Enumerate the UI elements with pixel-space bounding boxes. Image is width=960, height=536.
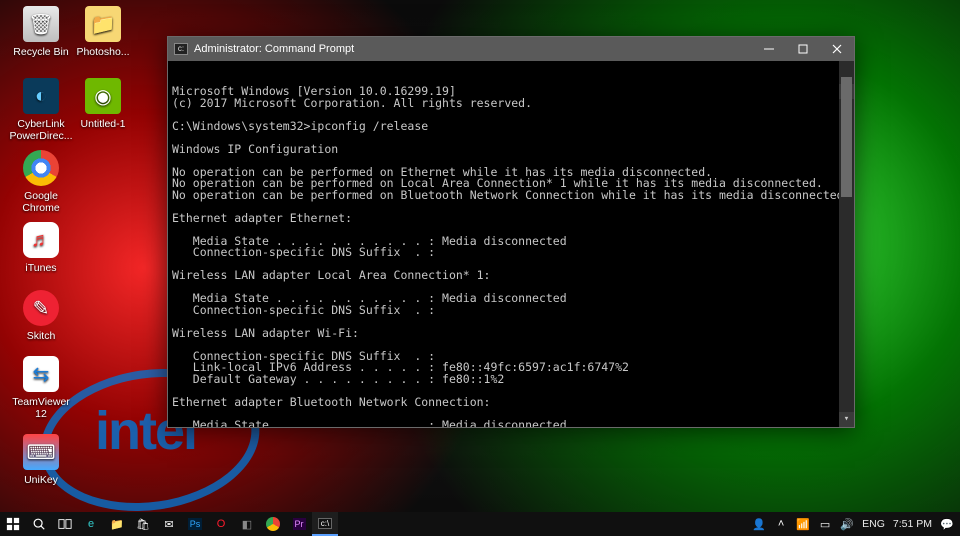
folder-icon: 📁: [85, 6, 121, 42]
taskbar[interactable]: e 📁 🛍 ✉ Ps O ◧ Pr c:\ 👤 ˄ 📶 ▭ 🔊 ENG 7:51…: [0, 512, 960, 536]
chrome-icon: [23, 150, 59, 186]
desktop-icon-label: iTunes: [6, 262, 76, 274]
tray-clock[interactable]: 7:51 PM: [893, 518, 932, 530]
close-button[interactable]: [820, 37, 854, 61]
desktop-icon-label: CyberLink PowerDirec...: [6, 118, 76, 142]
system-tray[interactable]: 👤 ˄ 📶 ▭ 🔊 ENG 7:51 PM 💬: [752, 517, 960, 531]
minimize-button[interactable]: [752, 37, 786, 61]
desktop-icon-label: Recycle Bin: [6, 46, 76, 58]
tray-volume-icon[interactable]: 🔊: [840, 517, 854, 531]
taskbar-cmd[interactable]: c:\: [312, 512, 338, 536]
desktop-icon-label: Untitled-1: [68, 118, 138, 130]
terminal-output[interactable]: Microsoft Windows [Version 10.0.16299.19…: [168, 61, 854, 427]
app-icon: ◧: [242, 518, 252, 531]
cyberlink-icon: ◐: [23, 78, 59, 114]
window-titlebar[interactable]: c: Administrator: Command Prompt: [168, 37, 854, 61]
windows-icon: [6, 517, 20, 531]
pr-icon: Pr: [293, 518, 306, 530]
nvidia-icon: ◉: [85, 78, 121, 114]
taskbar-premiere[interactable]: Pr: [286, 512, 312, 536]
taskbar-explorer[interactable]: 📁: [104, 512, 130, 536]
recycle-bin-icon: 🗑: [23, 6, 59, 42]
desktop-icon-recycle-bin[interactable]: 🗑 Recycle Bin: [6, 6, 76, 58]
task-view-button[interactable]: [52, 512, 78, 536]
close-icon: [832, 44, 842, 54]
itunes-icon: ♬: [23, 222, 59, 258]
tray-battery-icon[interactable]: ▭: [818, 517, 832, 531]
tray-network-icon[interactable]: 📶: [796, 517, 810, 531]
task-view-icon: [58, 517, 72, 531]
store-icon: 🛍: [136, 518, 150, 531]
unikey-icon: ⌨: [23, 434, 59, 470]
desktop-icon-itunes[interactable]: ♬ iTunes: [6, 222, 76, 274]
tray-chevron-up-icon[interactable]: ˄: [774, 517, 788, 531]
scrollbar[interactable]: ▴ ▾: [839, 61, 854, 427]
window-title: Administrator: Command Prompt: [194, 43, 354, 55]
taskbar-chrome[interactable]: [260, 512, 286, 536]
desktop-icon-label: Skitch: [6, 330, 76, 342]
desktop-icon-label: Photosho...: [68, 46, 138, 58]
teamviewer-icon: ⇆: [23, 356, 59, 392]
chrome-icon: [266, 517, 280, 531]
folder-icon: 📁: [110, 518, 124, 531]
ps-icon: Ps: [188, 518, 203, 530]
taskbar-opera[interactable]: O: [208, 512, 234, 536]
desktop-icon-photoshop[interactable]: 📁 Photosho...: [68, 6, 138, 58]
desktop-icon-skitch[interactable]: ✎ Skitch: [6, 290, 76, 342]
desktop-icon-label: Google Chrome: [6, 190, 76, 214]
taskbar-photoshop[interactable]: Ps: [182, 512, 208, 536]
taskbar-edge[interactable]: e: [78, 512, 104, 536]
taskbar-store[interactable]: 🛍: [130, 512, 156, 536]
edge-icon: e: [88, 518, 94, 530]
start-button[interactable]: [0, 512, 26, 536]
skitch-icon: ✎: [23, 290, 59, 326]
desktop-icon-cyberlink[interactable]: ◐ CyberLink PowerDirec...: [6, 78, 76, 142]
desktop-icon-untitled[interactable]: ◉ Untitled-1: [68, 78, 138, 130]
command-prompt-window[interactable]: c: Administrator: Command Prompt Microso…: [167, 36, 855, 428]
terminal-text: Microsoft Windows [Version 10.0.16299.19…: [172, 86, 850, 427]
tray-people-icon[interactable]: 👤: [752, 517, 766, 531]
desktop-icon-label: TeamViewer 12: [6, 396, 76, 420]
cmd-icon: c:: [174, 43, 188, 55]
maximize-button[interactable]: [786, 37, 820, 61]
desktop-icon-teamviewer[interactable]: ⇆ TeamViewer 12: [6, 356, 76, 420]
desktop-icon-chrome[interactable]: Google Chrome: [6, 150, 76, 214]
tray-language[interactable]: ENG: [862, 518, 885, 530]
tray-notifications-icon[interactable]: 💬: [940, 517, 954, 531]
taskbar-mail[interactable]: ✉: [156, 512, 182, 536]
opera-icon: O: [217, 518, 226, 530]
maximize-icon: [798, 44, 808, 54]
search-button[interactable]: [26, 512, 52, 536]
desktop-icon-label: UniKey: [6, 474, 76, 486]
search-icon: [32, 517, 46, 531]
scroll-thumb[interactable]: [841, 77, 852, 197]
cmd-icon: c:\: [318, 518, 332, 529]
mail-icon: ✉: [164, 518, 173, 531]
desktop-icon-unikey[interactable]: ⌨ UniKey: [6, 434, 76, 486]
scroll-down-button[interactable]: ▾: [839, 412, 854, 427]
taskbar-app1[interactable]: ◧: [234, 512, 260, 536]
minimize-icon: [764, 44, 774, 54]
